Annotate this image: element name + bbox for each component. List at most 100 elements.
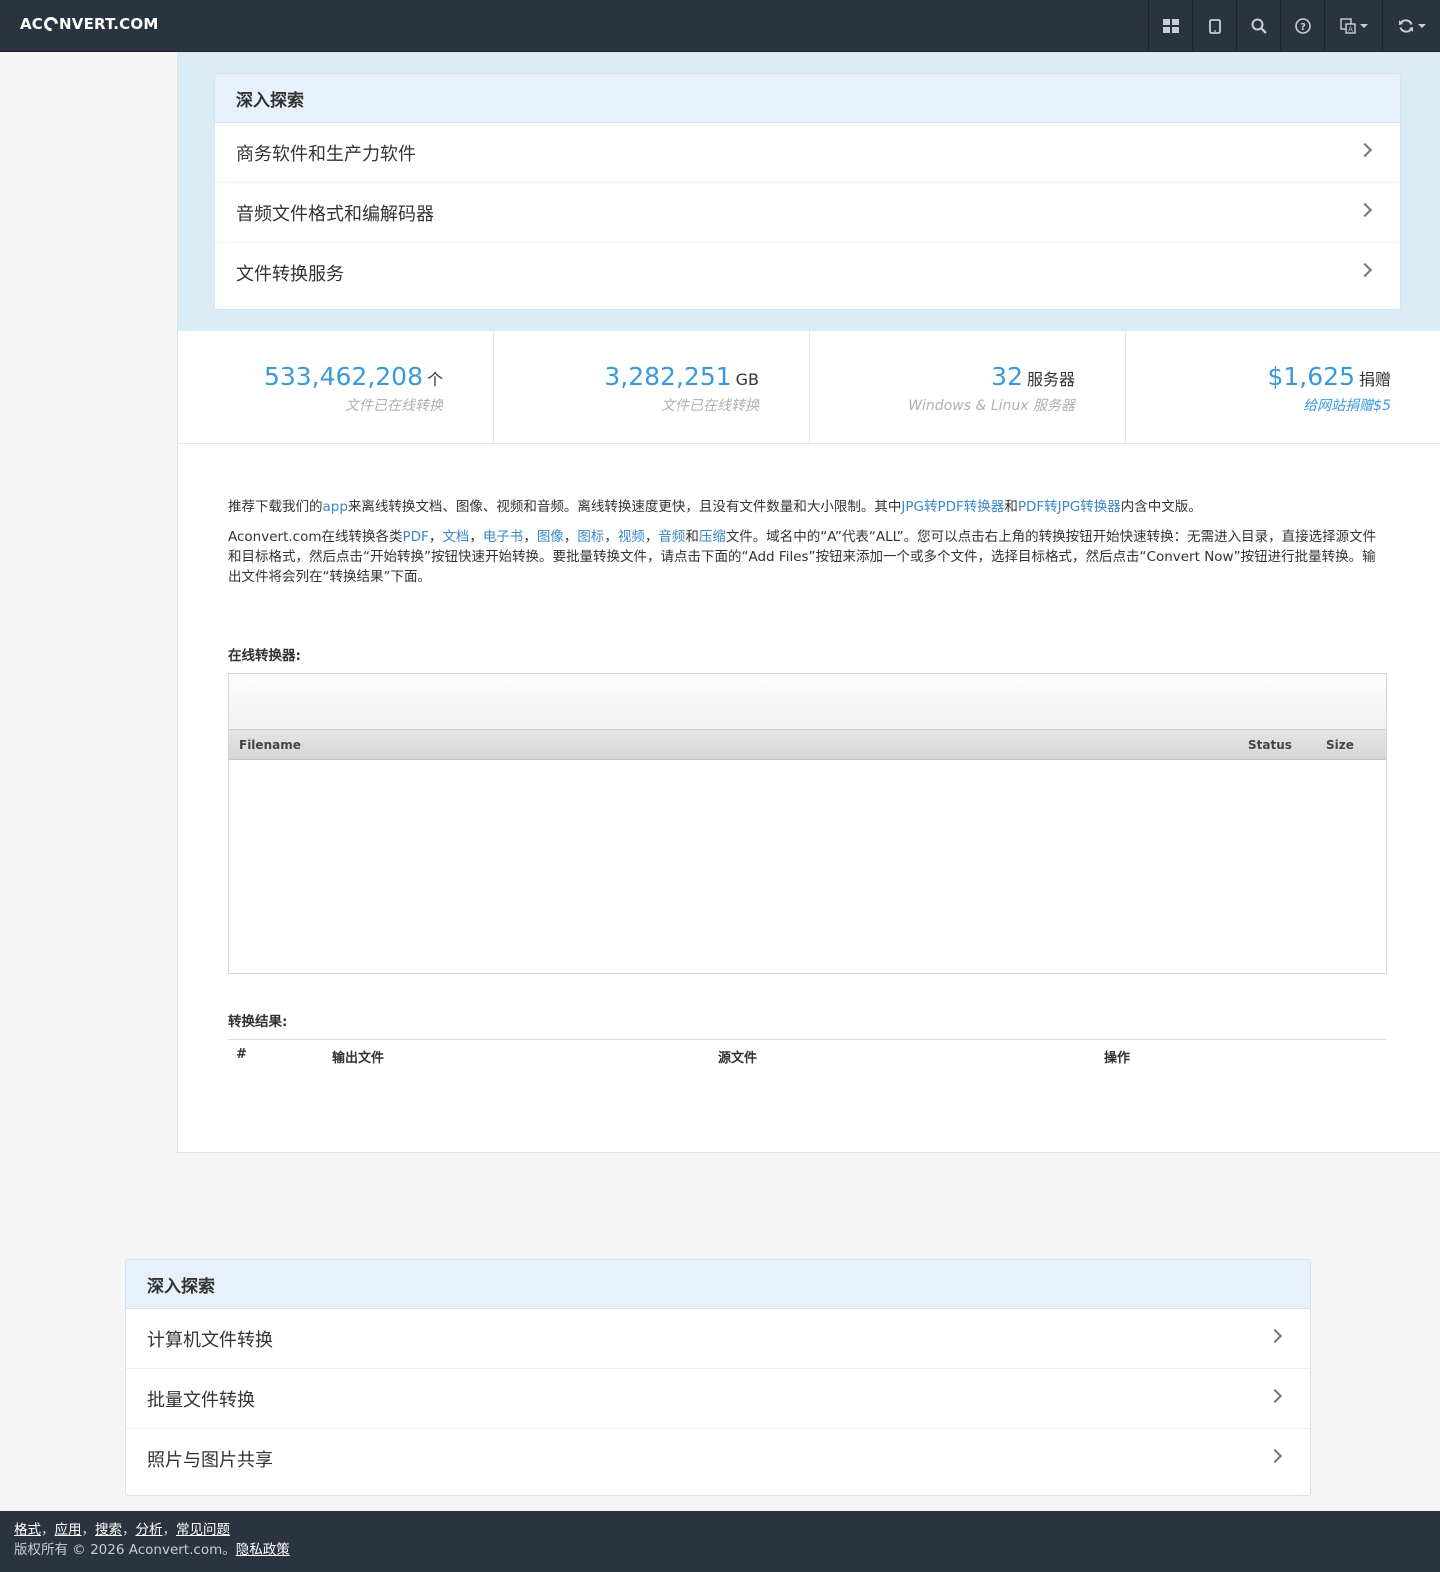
- footer-copyright: 版权所有 © 2026 Aconvert.com。隐私政策: [14, 1540, 1426, 1560]
- output-column-header: 输出文件: [332, 1051, 385, 1066]
- chevron-right-icon: [1357, 262, 1373, 278]
- panel-title: 深入探索: [215, 74, 1400, 123]
- chevron-right-icon: [1357, 142, 1373, 158]
- results-table-header: # 输出文件 源文件 操作: [228, 1039, 1387, 1069]
- file-uploader[interactable]: Filename Status Size: [228, 673, 1387, 974]
- separator: ，: [644, 529, 659, 545]
- explore-item-label: 计算机文件转换: [147, 1329, 273, 1351]
- footer-link-analyze[interactable]: 分析: [136, 1522, 163, 1538]
- file-list-area[interactable]: [229, 760, 1386, 973]
- explore-item[interactable]: 照片与图片共享: [126, 1429, 1310, 1489]
- text: Aconvert.com在线转换各类: [228, 529, 403, 545]
- separator: ，: [122, 1522, 136, 1538]
- uploader-header: Filename Status Size: [229, 730, 1386, 760]
- search-icon[interactable]: [1236, 0, 1280, 52]
- stat-caption: 给网站捐赠$5: [1126, 395, 1391, 415]
- stat-unit: 服务器: [1026, 370, 1075, 389]
- chevron-down-icon: [1417, 24, 1426, 28]
- audio-link[interactable]: 音频: [658, 529, 685, 545]
- stat-servers: 32 服务器 Windows & Linux 服务器: [810, 331, 1126, 443]
- footer-link-formats[interactable]: 格式: [14, 1522, 41, 1538]
- action-column-header: 操作: [1104, 1051, 1131, 1066]
- privacy-link[interactable]: 隐私政策: [236, 1542, 290, 1558]
- copyright-text: 版权所有 © 2026 Aconvert.com。: [14, 1542, 236, 1558]
- separator: ，: [604, 529, 618, 545]
- uploader-toolbar: [229, 674, 1386, 730]
- separator: ，: [523, 529, 537, 545]
- results-label: 转换结果:: [228, 1014, 288, 1030]
- separator: ，: [41, 1522, 55, 1538]
- stat-donations: $1,625 捐赠 给网站捐赠$5: [1126, 331, 1440, 443]
- stats-row: 533,462,208 个 文件已在线转换 3,282,251 GB 文件已在线转换…: [178, 331, 1440, 444]
- video-link[interactable]: 视频: [618, 529, 645, 545]
- image-link[interactable]: 图像: [537, 529, 564, 545]
- footer-links: 格式，应用，搜索，分析，常见问题: [14, 1520, 1426, 1540]
- filename-column-header: Filename: [239, 738, 301, 752]
- help-icon[interactable]: ?: [1280, 0, 1324, 52]
- chevron-right-icon: [1357, 202, 1373, 218]
- chevron-right-icon: [1267, 1328, 1283, 1344]
- panel-title: 深入探索: [126, 1260, 1310, 1309]
- svg-text:?: ?: [1300, 22, 1306, 33]
- status-column-header: Status: [1248, 738, 1292, 752]
- intro-paragraph-1: 推荐下载我们的app来离线转换文档、图像、视频和音频。离线转换速度更快，且没有文…: [228, 497, 1388, 517]
- explore-item[interactable]: 音频文件格式和编解码器: [215, 183, 1400, 243]
- text: 和: [1004, 499, 1018, 515]
- stat-unit: 个: [426, 370, 443, 389]
- grid-icon[interactable]: [1148, 0, 1192, 52]
- pdf-to-jpg-link[interactable]: PDF转JPG转换器: [1018, 499, 1121, 515]
- footer-link-search[interactable]: 搜索: [95, 1522, 122, 1538]
- document-link[interactable]: 文档: [442, 529, 469, 545]
- stat-number: $1,625: [1267, 362, 1355, 391]
- explore-band: 深入探索 商务软件和生产力软件 音频文件格式和编解码器 文件转换服务: [178, 52, 1440, 331]
- stat-caption: 文件已在线转换: [661, 398, 759, 414]
- explore-item[interactable]: 计算机文件转换: [126, 1309, 1310, 1369]
- stat-files: 533,462,208 个 文件已在线转换: [178, 331, 494, 443]
- text: 推荐下载我们的: [228, 499, 323, 515]
- pdf-link[interactable]: PDF: [403, 529, 429, 545]
- main-content: 深入探索 商务软件和生产力软件 音频文件格式和编解码器 文件转换服务 533,4…: [177, 52, 1440, 1153]
- source-column-header: 源文件: [718, 1051, 758, 1066]
- archive-link[interactable]: 压缩: [699, 529, 726, 545]
- icon-link[interactable]: 图标: [577, 529, 604, 545]
- explore-item[interactable]: 商务软件和生产力软件: [215, 123, 1400, 183]
- explore-item[interactable]: 文件转换服务: [215, 243, 1400, 303]
- logo-prefix: AC: [20, 15, 44, 33]
- ebook-link[interactable]: 电子书: [483, 529, 524, 545]
- language-icon[interactable]: A: [1324, 0, 1382, 52]
- stat-number: 32: [991, 362, 1023, 391]
- footer-link-apps[interactable]: 应用: [55, 1522, 82, 1538]
- footer: 格式，应用，搜索，分析，常见问题 版权所有 © 2026 Aconvert.co…: [0, 1511, 1440, 1572]
- stat-unit: GB: [735, 370, 759, 389]
- footer-link-faq[interactable]: 常见问题: [176, 1522, 230, 1538]
- app-link[interactable]: app: [323, 499, 348, 515]
- refresh-icon[interactable]: [1382, 0, 1440, 52]
- intro-text: 推荐下载我们的app来离线转换文档、图像、视频和音频。离线转换速度更快，且没有文…: [228, 497, 1388, 597]
- explore-item-label: 批量文件转换: [147, 1389, 255, 1411]
- converter-label: 在线转换器:: [228, 648, 301, 664]
- logo-refresh-icon: [41, 14, 61, 34]
- donate-link[interactable]: 给网站捐赠$5: [1303, 398, 1391, 414]
- chevron-right-icon: [1267, 1388, 1283, 1404]
- site-logo[interactable]: AC NVERT.COM: [20, 14, 159, 34]
- text: 来离线转换文档、图像、视频和音频。离线转换速度更快，且没有文件数量和大小限制。其…: [347, 499, 902, 515]
- text: 内含中文版。: [1120, 499, 1202, 515]
- separator: ，: [428, 529, 443, 545]
- tablet-icon[interactable]: [1192, 0, 1236, 52]
- separator: ，: [162, 1522, 177, 1538]
- stat-number: 3,282,251: [604, 362, 732, 391]
- intro-paragraph-2: Aconvert.com在线转换各类PDF，文档，电子书，图像，图标，视频，音频…: [228, 527, 1388, 587]
- separator: ，: [81, 1522, 96, 1538]
- chevron-down-icon: [1359, 24, 1368, 28]
- explore-item[interactable]: 批量文件转换: [126, 1369, 1310, 1429]
- explore-panel-top: 深入探索 商务软件和生产力软件 音频文件格式和编解码器 文件转换服务: [214, 73, 1401, 310]
- stat-unit: 捐赠: [1358, 370, 1391, 389]
- top-navbar: AC NVERT.COM ? A: [0, 0, 1440, 52]
- stat-number: 533,462,208: [263, 362, 423, 391]
- logo-suffix: NVERT.COM: [59, 15, 159, 33]
- nav-icon-group: ? A: [1148, 0, 1440, 52]
- jpg-to-pdf-link[interactable]: JPG转PDF转换器: [901, 499, 1004, 515]
- explore-item-label: 文件转换服务: [236, 264, 344, 285]
- explore-panel-bottom: 深入探索 计算机文件转换 批量文件转换 照片与图片共享: [125, 1259, 1311, 1496]
- explore-item-label: 照片与图片共享: [147, 1450, 273, 1471]
